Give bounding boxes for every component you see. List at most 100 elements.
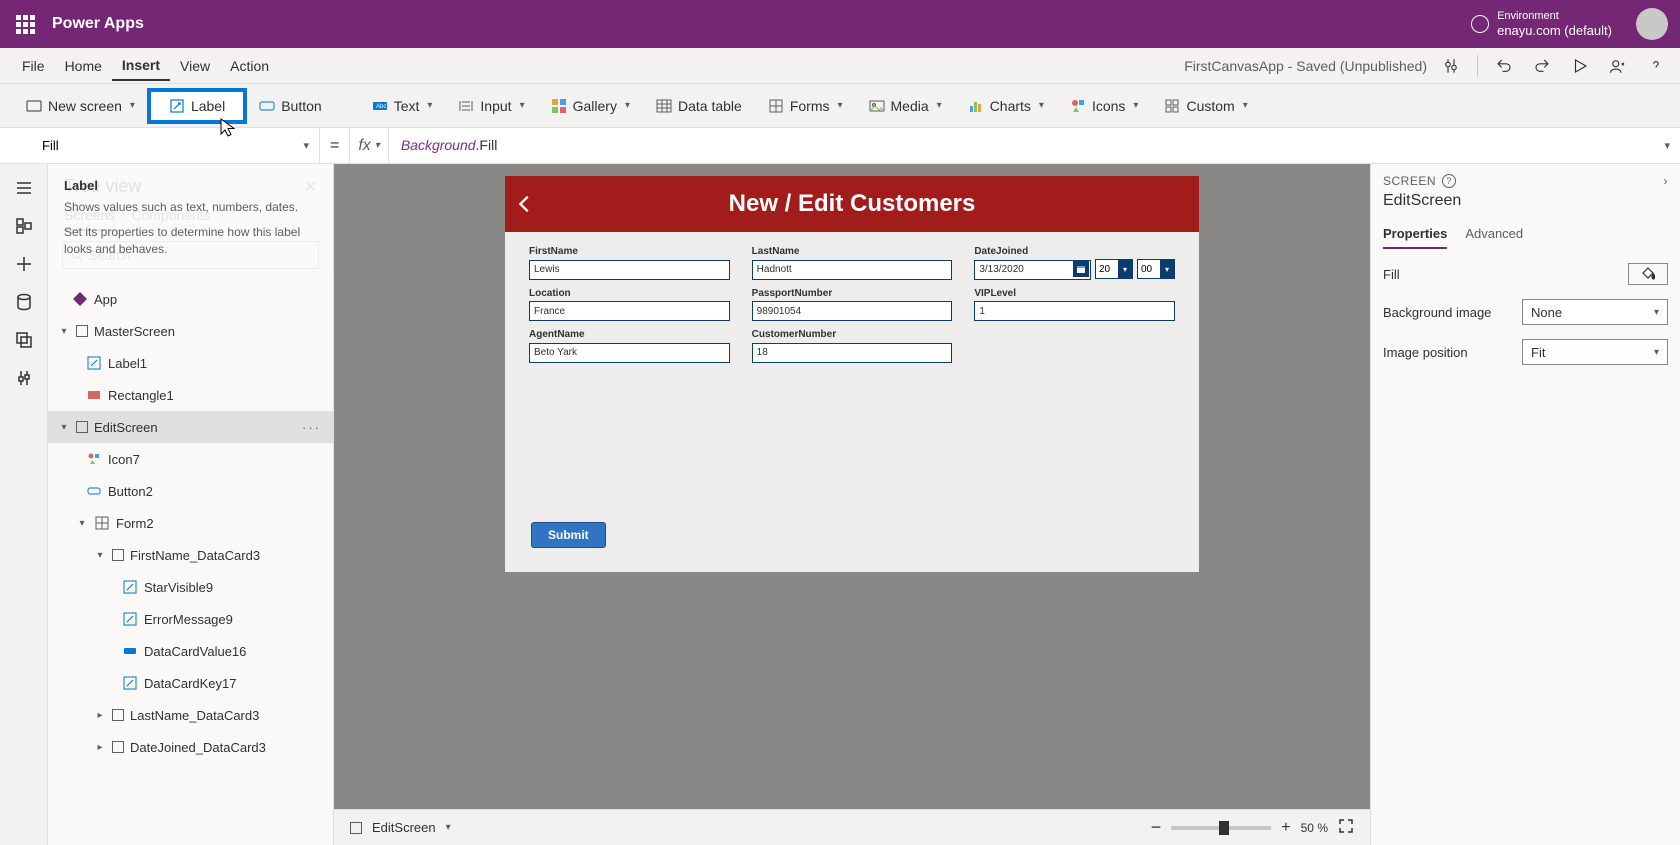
svg-text:Abc: Abc <box>376 104 386 110</box>
menu-file[interactable]: File <box>12 52 55 80</box>
tab-advanced[interactable]: Advanced <box>1465 226 1523 249</box>
close-icon[interactable]: ✕ <box>304 177 317 197</box>
undo-icon[interactable] <box>1492 54 1516 78</box>
text-button[interactable]: Abc Text▾ <box>362 94 443 118</box>
button-button[interactable]: Button <box>249 94 331 118</box>
form-header: New / Edit Customers <box>505 176 1199 232</box>
select-minute[interactable]: 00▾ <box>1137 259 1175 279</box>
forms-button[interactable]: Forms▾ <box>758 94 853 118</box>
tree-datejoined-card[interactable]: ▸ DateJoined_DataCard3 <box>48 731 333 763</box>
input-button[interactable]: Input▾ <box>448 94 534 118</box>
app-checker-icon[interactable] <box>1439 54 1463 78</box>
charts-button[interactable]: Charts▾ <box>958 94 1054 118</box>
menu-home[interactable]: Home <box>55 52 112 80</box>
tree-icon7[interactable]: Icon7 <box>48 443 333 475</box>
share-icon[interactable] <box>1606 54 1630 78</box>
tree-editscreen[interactable]: ▾ EditScreen ··· <box>48 411 333 443</box>
calendar-icon[interactable] <box>1073 261 1089 277</box>
chevron-right-icon[interactable]: › <box>1664 174 1669 188</box>
info-icon[interactable]: ? <box>1442 174 1456 188</box>
label-icon <box>122 675 138 691</box>
input-lastname[interactable] <box>752 260 953 280</box>
fx-label[interactable]: fx▾ <box>349 128 388 163</box>
app-header: Power Apps Environment enayu.com (defaul… <box>0 0 1680 48</box>
field-passport: PassportNumber <box>752 288 953 322</box>
custom-button[interactable]: Custom▾ <box>1154 94 1257 118</box>
tree-datacardvalue[interactable]: DataCardValue16 <box>48 635 333 667</box>
chevron-down-icon[interactable]: ▾ <box>446 822 451 833</box>
tab-components[interactable]: Components <box>131 207 210 231</box>
back-arrow-icon[interactable] <box>505 193 545 215</box>
imgpos-select[interactable]: Fit▾ <box>1522 339 1668 365</box>
tree-lastname-card[interactable]: ▸ LastName_DataCard3 <box>48 699 333 731</box>
add-icon[interactable] <box>14 254 34 274</box>
prop-bgimage-label: Background image <box>1383 305 1522 320</box>
more-icon[interactable]: ··· <box>302 420 321 435</box>
new-screen-button[interactable]: New screen▾ <box>16 94 145 118</box>
tools-icon[interactable] <box>14 368 34 388</box>
tab-properties[interactable]: Properties <box>1383 226 1447 249</box>
field-custnum: CustomerNumber <box>752 329 953 363</box>
field-agent: AgentName <box>529 329 730 363</box>
rp-section: SCREEN <box>1383 174 1436 188</box>
gallery-button[interactable]: Gallery▾ <box>541 94 640 118</box>
zoom-out-icon[interactable]: − <box>1151 817 1162 838</box>
zoom-slider[interactable] <box>1171 826 1271 830</box>
input-custnum[interactable] <box>752 343 953 363</box>
fit-screen-icon[interactable] <box>1338 818 1354 837</box>
bgimage-select[interactable]: None▾ <box>1522 299 1668 325</box>
tree-starvisible[interactable]: StarVisible9 <box>48 571 333 603</box>
redo-icon[interactable] <box>1530 54 1554 78</box>
select-hour[interactable]: 20▾ <box>1095 259 1133 279</box>
form-icon <box>94 515 110 531</box>
waffle-icon[interactable] <box>12 11 44 38</box>
menu-insert[interactable]: Insert <box>112 51 170 81</box>
app-icon <box>72 291 88 307</box>
user-avatar[interactable] <box>1636 8 1668 40</box>
input-vip[interactable] <box>974 301 1175 321</box>
help-icon[interactable] <box>1644 54 1668 78</box>
tree-view-icon[interactable] <box>14 216 34 236</box>
input-agent[interactable] <box>529 343 730 363</box>
expand-formula-icon[interactable]: ▾ <box>1654 139 1680 152</box>
input-firstname[interactable] <box>529 260 730 280</box>
input-passport[interactable] <box>752 301 953 321</box>
field-datejoined: DateJoined 20▾ 00▾ <box>974 246 1175 280</box>
env-value: enayu.com (default) <box>1497 23 1612 39</box>
fill-color-swatch[interactable] <box>1628 263 1668 285</box>
tree-label1[interactable]: Label1 <box>48 347 333 379</box>
canvas-frame[interactable]: New / Edit Customers FirstName LastName … <box>505 176 1199 572</box>
media-button[interactable]: Media▾ <box>859 94 952 118</box>
icons-button[interactable]: Icons▾ <box>1060 94 1149 118</box>
submit-button[interactable]: Submit <box>531 522 606 548</box>
tree-button2[interactable]: Button2 <box>48 475 333 507</box>
tree-form2[interactable]: ▾ Form2 <box>48 507 333 539</box>
media-icon[interactable] <box>14 330 34 350</box>
search-input[interactable]: Search <box>62 241 319 269</box>
footer-breadcrumb[interactable]: EditScreen <box>372 820 436 835</box>
label-button[interactable]: Label <box>151 92 243 120</box>
tree-firstname-card[interactable]: ▾ FirstName_DataCard3 <box>48 539 333 571</box>
rectangle-icon <box>86 387 102 403</box>
formula-input[interactable]: Background.Fill <box>389 137 1655 154</box>
menu-view[interactable]: View <box>170 52 220 80</box>
environment-picker[interactable]: Environment enayu.com (default) <box>1471 10 1612 39</box>
data-table-button[interactable]: Data table <box>646 94 752 118</box>
insert-ribbon: New screen▾ Label Button Abc Text▾ Input… <box>0 84 1680 128</box>
tree-rectangle1[interactable]: Rectangle1 <box>48 379 333 411</box>
input-location[interactable] <box>529 301 730 321</box>
tree-masterscreen[interactable]: ▾ MasterScreen <box>48 315 333 347</box>
tab-screens[interactable]: Screens <box>64 207 115 231</box>
zoom-in-icon[interactable]: + <box>1281 819 1290 837</box>
play-icon[interactable] <box>1568 54 1592 78</box>
tree-title: Tree view <box>64 176 304 197</box>
field-firstname: FirstName <box>529 246 730 280</box>
tree-app[interactable]: App <box>48 283 333 315</box>
field-lastname: LastName <box>752 246 953 280</box>
hamburger-icon[interactable] <box>14 178 34 198</box>
data-icon[interactable] <box>14 292 34 312</box>
menu-action[interactable]: Action <box>220 52 279 80</box>
property-selector[interactable]: Fill ▾ <box>30 128 320 163</box>
tree-errormessage[interactable]: ErrorMessage9 <box>48 603 333 635</box>
tree-datacardkey[interactable]: DataCardKey17 <box>48 667 333 699</box>
